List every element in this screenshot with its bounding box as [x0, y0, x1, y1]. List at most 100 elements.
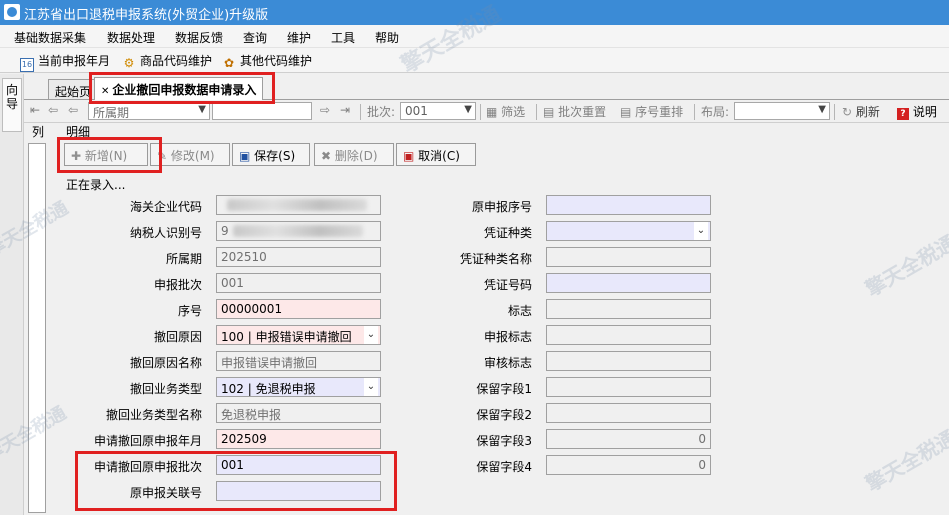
- delete-button[interactable]: ✖ 删除(D): [314, 143, 394, 166]
- prev-record-icon[interactable]: ⇦: [48, 103, 58, 120]
- label-voucher-no: 凭证号码: [483, 278, 532, 292]
- period-detail-field[interactable]: [212, 102, 312, 120]
- withdraw-reason-name-field[interactable]: 申报错误申请撤回: [216, 351, 381, 371]
- add-button[interactable]: ✚ 新增(N): [64, 143, 148, 166]
- menu-maintenance[interactable]: 维护: [287, 29, 311, 46]
- seq-rearrange-button[interactable]: ▤ 序号重排: [620, 103, 683, 120]
- palette-icon: ✿: [223, 56, 235, 70]
- reserved-1-field[interactable]: [546, 377, 711, 397]
- chevron-down-icon: ▼: [818, 104, 826, 115]
- refresh-label: 刷新: [855, 105, 880, 119]
- calendar-icon: 16: [20, 58, 34, 72]
- pencil-icon: ✎: [157, 149, 168, 163]
- menu-help[interactable]: 帮助: [375, 29, 399, 46]
- layout-select[interactable]: ▼: [734, 102, 830, 120]
- cancel-label: 取消(C): [418, 149, 460, 163]
- taxpayer-id-value: 9: [221, 224, 229, 238]
- label-withdraw-reason-name: 撤回原因名称: [129, 356, 202, 370]
- label-reserved-2: 保留字段2: [476, 408, 532, 422]
- audit-flag-field[interactable]: [546, 351, 711, 371]
- chevron-down-icon: ⌄: [364, 378, 378, 396]
- edit-button[interactable]: ✎ 修改(M): [150, 143, 230, 166]
- next-record-icon[interactable]: ⇨: [320, 103, 330, 120]
- reserved-2-field[interactable]: [546, 403, 711, 423]
- tab-withdraw-entry[interactable]: ✕ 企业撤回申报数据申请录入: [94, 77, 264, 100]
- orig-batch-field[interactable]: 001: [216, 455, 381, 475]
- question-icon: ?: [897, 108, 909, 120]
- watermark: 擎天全税通: [861, 425, 949, 497]
- batch-field[interactable]: 001: [216, 273, 381, 293]
- declare-flag-field[interactable]: [546, 325, 711, 345]
- first-record-icon[interactable]: ⇤: [30, 103, 40, 120]
- label-flag: 标志: [507, 304, 532, 318]
- filter-button[interactable]: ▦ 筛选: [486, 103, 525, 120]
- label-orig-link-no: 原申报关联号: [129, 486, 202, 500]
- list-icon: ▤: [620, 105, 632, 119]
- redacted-mask: [233, 225, 363, 237]
- filter-icon: ▦: [486, 105, 498, 119]
- orig-period-field[interactable]: 202509: [216, 429, 381, 449]
- left-nav-strip: 向导: [0, 74, 24, 515]
- prev-arrow-icon[interactable]: ⇦: [68, 103, 78, 120]
- flag-field[interactable]: [546, 299, 711, 319]
- menu-tools[interactable]: 工具: [331, 29, 355, 46]
- current-period-label: 当前申报年月: [38, 54, 111, 68]
- menu-data-processing[interactable]: 数据处理: [107, 29, 155, 46]
- wizard-button[interactable]: 向导: [2, 78, 22, 132]
- menu-data-feedback[interactable]: 数据反馈: [175, 29, 223, 46]
- label-taxpayer-id: 纳税人识别号: [129, 226, 202, 240]
- withdraw-type-value: 102 | 免退税申报: [221, 382, 316, 396]
- filter-label: 筛选: [501, 105, 526, 119]
- label-withdraw-type-name: 撤回业务类型名称: [105, 408, 202, 422]
- chevron-down-icon: ⌄: [694, 222, 708, 240]
- batch-reset-button[interactable]: ▤ 批次重置: [543, 103, 606, 120]
- layout-label: 布局:: [701, 105, 730, 119]
- refresh-icon: ↻: [842, 105, 853, 119]
- help-button[interactable]: ? 说明: [897, 103, 937, 120]
- title-bar: 江苏省出口退税申报系统(外贸企业)升级版: [0, 0, 949, 25]
- menu-query[interactable]: 查询: [243, 29, 267, 46]
- withdraw-type-select[interactable]: 102 | 免退税申报 ⌄: [216, 377, 381, 397]
- refresh-button[interactable]: ↻ 刷新: [842, 103, 880, 120]
- batch-label: 批次:: [367, 105, 396, 119]
- orig-link-no-field[interactable]: [216, 481, 381, 501]
- save-button[interactable]: ▣ 保存(S): [232, 143, 310, 166]
- menu-basic-data[interactable]: 基础数据采集: [14, 29, 86, 46]
- current-period-button[interactable]: 16 当前申报年月: [20, 52, 111, 72]
- chevron-down-icon: ▼: [464, 104, 472, 115]
- seq-field[interactable]: 00000001: [216, 299, 381, 319]
- cancel-button[interactable]: ▣ 取消(C): [396, 143, 476, 166]
- goods-code-button[interactable]: ⚙ 商品代码维护: [122, 52, 212, 70]
- tab-start-page[interactable]: 起始页: [48, 79, 99, 99]
- label-audit-flag: 审核标志: [483, 356, 532, 370]
- last-record-icon[interactable]: ⇥: [340, 103, 350, 120]
- label-customs-code: 海关企业代码: [129, 200, 202, 214]
- voucher-type-select[interactable]: ⌄: [546, 221, 711, 241]
- other-code-button[interactable]: ✿ 其他代码维护: [222, 52, 312, 70]
- voucher-no-field[interactable]: [546, 273, 711, 293]
- delete-label: 删除(D): [334, 149, 378, 163]
- close-icon[interactable]: ✕: [101, 86, 109, 97]
- reserved-4-field[interactable]: 0: [546, 455, 711, 475]
- withdraw-reason-select[interactable]: 100 | 申报错误申请撤回 ⌄: [216, 325, 381, 345]
- grid-icon: ▤: [543, 105, 555, 119]
- voucher-type-name-field[interactable]: [546, 247, 711, 267]
- batch-select[interactable]: 001 ▼: [400, 102, 476, 120]
- customs-code-field[interactable]: [216, 195, 381, 215]
- label-reserved-1: 保留字段1: [476, 382, 532, 396]
- help-label: 说明: [912, 105, 937, 119]
- plus-icon: ✚: [71, 149, 82, 163]
- period-select[interactable]: 所属期 ▼: [88, 102, 210, 120]
- period-select-text: 所属期: [93, 106, 130, 120]
- chevron-down-icon: ⌄: [364, 326, 378, 344]
- record-list[interactable]: [28, 143, 46, 513]
- withdraw-type-name-field[interactable]: 免退税申报: [216, 403, 381, 423]
- taxpayer-id-field[interactable]: 9: [216, 221, 381, 241]
- reserved-3-field[interactable]: 0: [546, 429, 711, 449]
- orig-seq-field[interactable]: [546, 195, 711, 215]
- batch-select-text: 001: [405, 104, 428, 118]
- label-reserved-3: 保留字段3: [476, 434, 532, 448]
- label-voucher-type-name: 凭证种类名称: [459, 252, 532, 266]
- period-field[interactable]: 202510: [216, 247, 381, 267]
- label-orig-batch: 申请撤回原申报批次: [93, 460, 202, 474]
